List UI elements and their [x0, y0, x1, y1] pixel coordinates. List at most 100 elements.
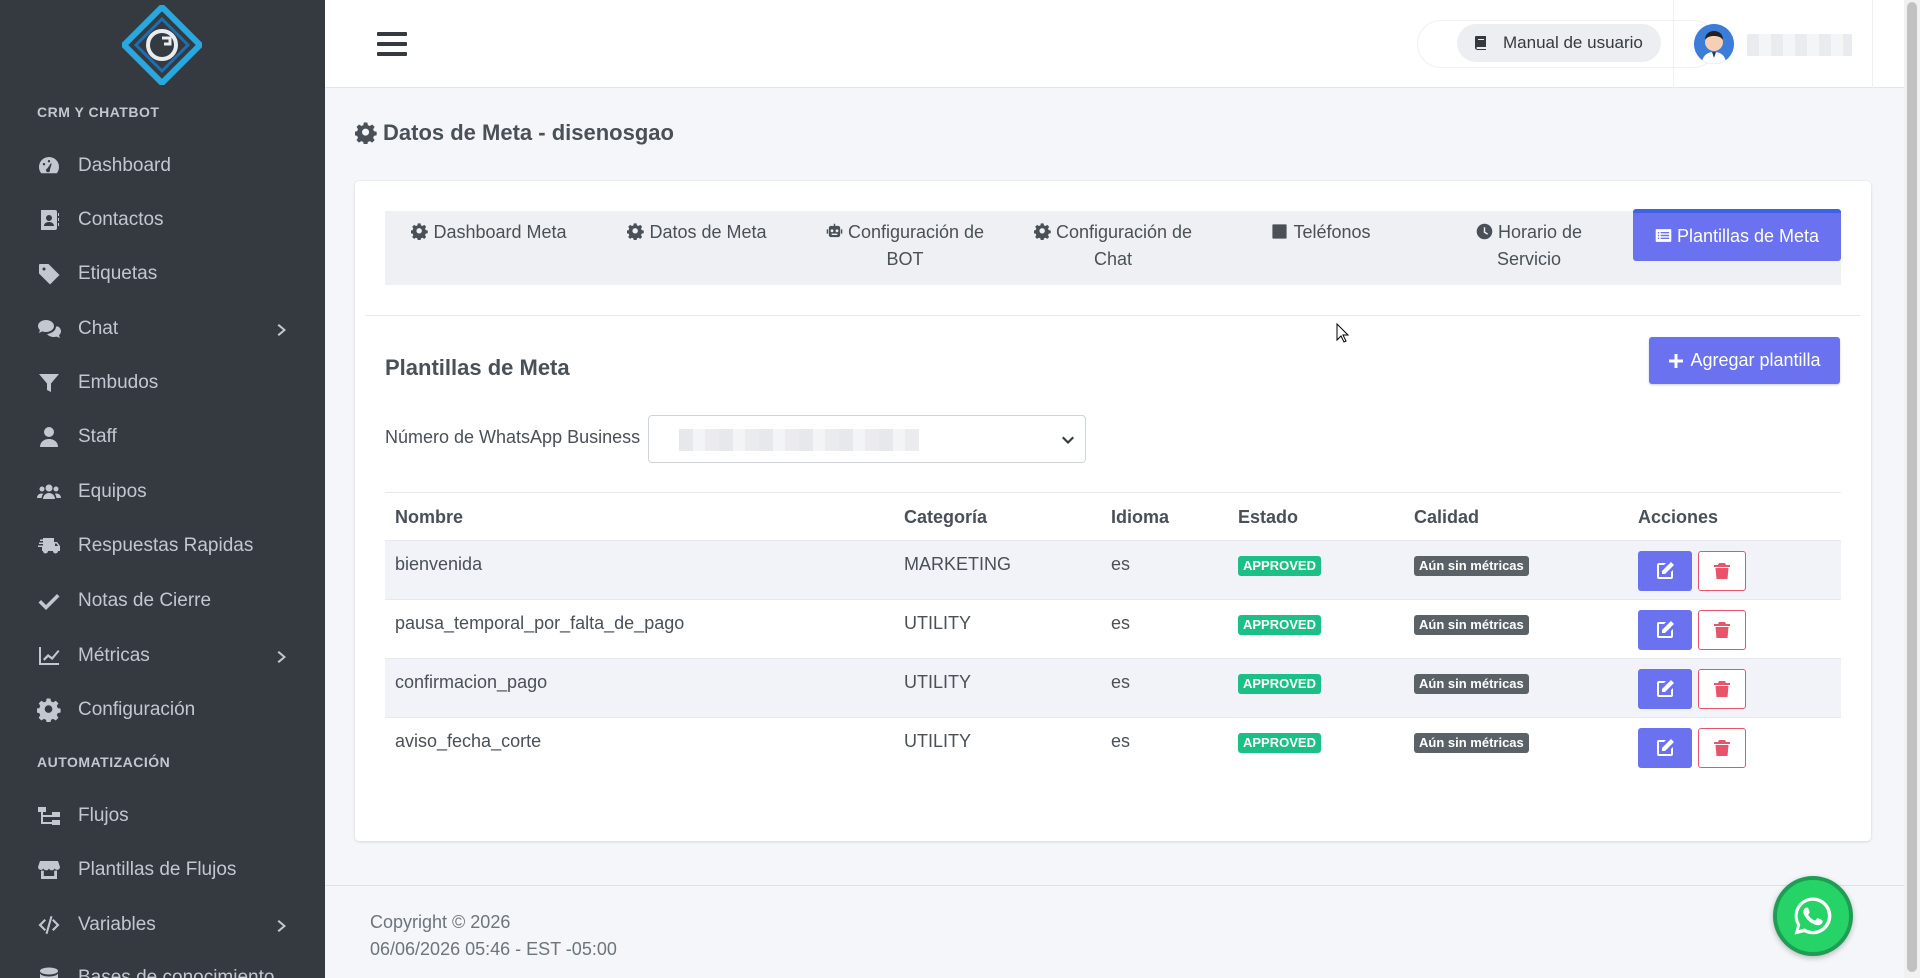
sidebar-item-embudos[interactable]: Embudos [0, 360, 325, 406]
footer-datetime: 06/06/2026 05:46 - EST -05:00 [370, 939, 617, 959]
sidebar-item-equipos[interactable]: Equipos [0, 469, 325, 515]
edit-template-button[interactable] [1638, 610, 1692, 650]
column-header[interactable]: Estado [1238, 507, 1298, 528]
edit-template-button[interactable] [1638, 669, 1692, 709]
footer-copyright: Copyright © 2026 [370, 912, 511, 932]
sidebar-item-contactos[interactable]: Contactos [0, 197, 325, 243]
sidebar-item-label: Flujos [78, 805, 129, 826]
template-language: es [1111, 731, 1131, 751]
tab-telefonos[interactable]: Teléfonos [1217, 211, 1425, 285]
column-header[interactable]: Calidad [1414, 507, 1479, 528]
status-badge: APPROVED [1238, 615, 1321, 635]
book-icon [1475, 36, 1486, 50]
page-scrollbar[interactable] [1904, 0, 1920, 978]
sidebar-item-notas-cierre[interactable]: Notas de Cierre [0, 578, 325, 624]
gear-icon [1033, 223, 1051, 241]
edit-icon [1657, 562, 1674, 579]
sidebar-item-label: Variables [78, 914, 156, 935]
template-name: confirmacion_pago [395, 672, 548, 692]
whatsapp-number-select[interactable] [648, 415, 1086, 463]
tab-label: Configuración de [1055, 222, 1193, 242]
sidebar-item-label: Etiquetas [78, 263, 158, 284]
tab-datos-meta[interactable]: Datos de Meta [593, 211, 801, 285]
column-header[interactable]: Nombre [395, 507, 463, 528]
trash-icon [1714, 740, 1730, 756]
sidebar-item-plantillas-flujos[interactable]: Plantillas de Flujos [0, 847, 325, 893]
sidebar-item-label: Contactos [78, 209, 164, 230]
template-name: aviso_fecha_corte [395, 731, 542, 751]
gear-icon [355, 122, 377, 144]
table-row: aviso_fecha_corte UTILITY es APPROVED Aú… [385, 717, 1841, 776]
quality-badge: Aún sin métricas [1414, 674, 1529, 694]
tab-label-line2: Servicio [1496, 249, 1561, 269]
scrollbar-thumb[interactable] [1907, 2, 1917, 972]
users-icon [36, 479, 62, 505]
tab-label-line2: BOT [886, 249, 924, 269]
tab-label: Configuración de [847, 222, 985, 242]
phone-square-icon [1272, 224, 1288, 239]
sidebar-item-configuracion[interactable]: Configuración [0, 687, 325, 733]
sidebar-item-staff[interactable]: Staff [0, 414, 325, 460]
add-template-button[interactable]: Agregar plantilla [1649, 337, 1840, 384]
template-category: UTILITY [904, 731, 972, 751]
database-icon [36, 965, 62, 978]
sidebar-heading-crm: CRM Y CHATBOT [37, 104, 160, 120]
edit-template-button[interactable] [1638, 728, 1692, 768]
column-header[interactable]: Categoría [904, 507, 987, 528]
table-row: bienvenida MARKETING es APPROVED Aún sin… [385, 540, 1841, 599]
edit-template-button[interactable] [1638, 551, 1692, 591]
delete-template-button[interactable] [1698, 728, 1746, 768]
tab-dashboard-meta[interactable]: Dashboard Meta [385, 211, 593, 285]
column-header: Acciones [1638, 507, 1719, 527]
tab-label: Dashboard Meta [433, 222, 567, 242]
tab-horario-servicio[interactable]: Horario de Servicio [1425, 211, 1633, 285]
top-navbar: Manual de usuario [325, 0, 1920, 88]
template-category: UTILITY [904, 672, 972, 692]
sidebar-item-flujos[interactable]: Flujos [0, 793, 325, 839]
tab-label: Horario de [1497, 222, 1583, 242]
plus-icon [1669, 353, 1684, 368]
chevron-right-icon [275, 648, 289, 663]
gear-icon [411, 223, 429, 241]
edit-icon [1657, 739, 1674, 756]
section-divider [366, 315, 1860, 316]
sidebar-item-etiquetas[interactable]: Etiquetas [0, 251, 325, 297]
sidebar-item-bases-conocimiento[interactable]: Bases de conocimiento [0, 955, 325, 978]
trash-icon [1714, 681, 1730, 697]
tab-configuracion-bot[interactable]: Configuración de BOT [801, 211, 1009, 285]
sidebar-item-label: Equipos [78, 481, 147, 502]
sidebar-item-dashboard[interactable]: Dashboard [0, 143, 325, 189]
sidebar-item-label: Dashboard [78, 155, 171, 176]
user-manual-label: Manual de usuario [1503, 33, 1643, 52]
tab-plantillas-meta[interactable]: Plantillas de Meta [1633, 209, 1841, 261]
sidebar-item-chat[interactable]: Chat [0, 306, 325, 352]
sidebar-item-variables[interactable]: Variables [0, 902, 325, 948]
delete-template-button[interactable] [1698, 551, 1746, 591]
delete-template-button[interactable] [1698, 610, 1746, 650]
whatsapp-number-label: Número de WhatsApp Business [385, 427, 641, 447]
sidebar-item-label: Staff [78, 426, 117, 447]
tab-configuracion-chat[interactable]: Configuración de Chat [1009, 211, 1217, 285]
sidebar-item-respuestas-rapidas[interactable]: Respuestas Rapidas [0, 523, 325, 569]
brand-logo[interactable] [122, 5, 202, 85]
robot-icon [826, 223, 843, 238]
column-header[interactable]: Idioma [1111, 507, 1169, 528]
user-manual-button[interactable]: Manual de usuario [1457, 24, 1661, 62]
whatsapp-float-button[interactable] [1773, 876, 1853, 956]
delete-template-button[interactable] [1698, 669, 1746, 709]
sidebar: CRM Y CHATBOT Dashboard Contactos Etique… [0, 0, 325, 978]
sidebar-item-label: Configuración [78, 699, 196, 720]
avatar[interactable] [1694, 24, 1734, 64]
template-name: pausa_temporal_por_falta_de_pago [395, 613, 685, 633]
menu-toggle-icon[interactable] [377, 32, 407, 58]
sidebar-item-label: Chat [78, 318, 119, 339]
sidebar-heading-automatizacion: AUTOMATIZACIÓN [37, 754, 171, 770]
tachometer-icon [36, 153, 62, 179]
templates-section-title: Plantillas de Meta [385, 355, 570, 380]
page-title: Datos de Meta - disenosgao [355, 120, 674, 146]
template-name: bienvenida [395, 554, 483, 574]
trash-icon [1714, 563, 1730, 579]
sidebar-item-metricas[interactable]: Métricas [0, 633, 325, 679]
sidebar-item-label: Notas de Cierre [78, 590, 212, 611]
selected-number-redacted [679, 429, 919, 451]
